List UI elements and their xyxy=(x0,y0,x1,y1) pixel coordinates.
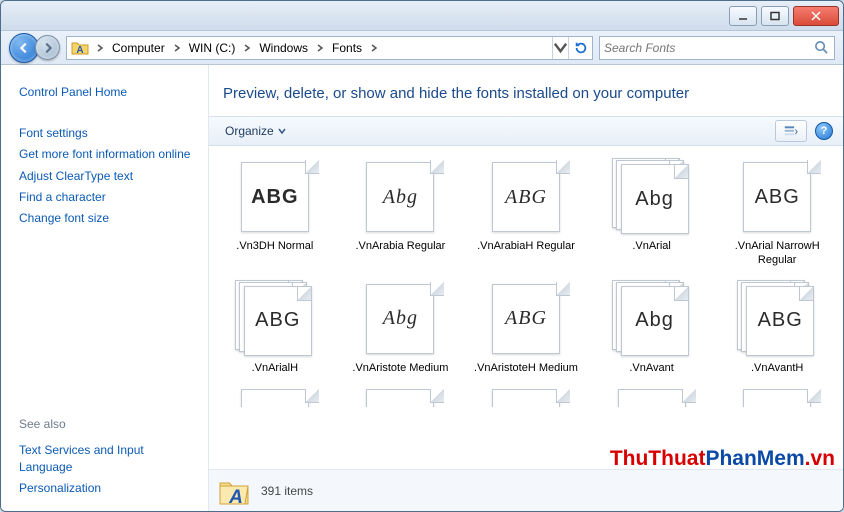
sidebar-link[interactable]: Adjust ClearType text xyxy=(19,168,198,184)
font-preview-icon xyxy=(356,389,444,407)
page-title: Preview, delete, or show and hide the fo… xyxy=(209,65,843,116)
close-button[interactable] xyxy=(793,6,839,26)
font-label: .VnArabia Regular xyxy=(355,240,445,254)
breadcrumb-item[interactable]: WIN (C:) xyxy=(184,37,241,59)
search-box[interactable] xyxy=(599,36,835,60)
chevron-right-icon[interactable] xyxy=(240,37,254,59)
maximize-button[interactable] xyxy=(761,6,789,26)
help-button[interactable]: ? xyxy=(815,122,833,140)
fonts-folder-icon: A xyxy=(217,474,251,508)
font-label: .VnAvant xyxy=(629,362,673,376)
control-panel-home-link[interactable]: Control Panel Home xyxy=(19,84,198,100)
font-item[interactable] xyxy=(717,385,837,417)
address-bar[interactable]: A Computer WIN (C:) Windows Fonts xyxy=(66,36,593,60)
font-preview-icon: ABG xyxy=(733,282,821,356)
font-preview-icon: Abg xyxy=(608,282,696,356)
breadcrumb-item[interactable]: Fonts xyxy=(327,37,367,59)
title-bar xyxy=(1,1,843,31)
font-label: .Vn3DH Normal xyxy=(236,240,313,254)
see-also-header: See also xyxy=(19,417,198,431)
sidebar-link[interactable]: Change font size xyxy=(19,210,198,226)
font-item[interactable]: ABG .VnArial NarrowH Regular xyxy=(717,156,837,272)
font-preview-icon: ABG xyxy=(231,160,319,234)
minimize-button[interactable] xyxy=(729,6,757,26)
font-label: .VnArial NarrowH Regular xyxy=(722,240,832,268)
svg-text:A: A xyxy=(228,487,243,508)
font-preview-icon xyxy=(482,389,570,407)
organize-button[interactable]: Organize xyxy=(219,121,292,141)
font-item[interactable]: Abg .VnArabia Regular xyxy=(341,156,461,272)
font-preview-icon: Abg xyxy=(608,160,696,234)
font-item[interactable]: ABG .VnAvantH xyxy=(717,278,837,380)
chevron-right-icon[interactable] xyxy=(93,37,107,59)
font-item[interactable]: ABG .VnArialH xyxy=(215,278,335,380)
font-label: .VnAristoteH Medium xyxy=(474,362,578,376)
breadcrumb-item[interactable]: Computer xyxy=(107,37,170,59)
chevron-right-icon[interactable] xyxy=(170,37,184,59)
breadcrumb: Computer WIN (C:) Windows Fonts xyxy=(93,37,552,59)
sidebar: Control Panel Home Font settings Get more… xyxy=(1,65,209,511)
sidebar-link[interactable]: Personalization xyxy=(19,480,198,496)
font-preview-icon: ABG xyxy=(482,160,570,234)
font-preview-icon: Abg xyxy=(356,282,444,356)
sidebar-link[interactable]: Get more font information online xyxy=(19,146,198,162)
font-label: .VnArialH xyxy=(252,362,298,376)
fonts-folder-icon: A xyxy=(71,39,89,57)
forward-button[interactable] xyxy=(35,35,60,60)
font-preview-icon xyxy=(231,389,319,407)
chevron-right-icon[interactable] xyxy=(367,37,381,59)
font-preview-icon: ABG xyxy=(231,282,319,356)
address-dropdown-button[interactable] xyxy=(552,37,568,59)
main-pane: Preview, delete, or show and hide the fo… xyxy=(209,65,843,511)
font-item[interactable]: ABG .VnArabiaH Regular xyxy=(466,156,586,272)
search-input[interactable] xyxy=(604,41,814,55)
refresh-button[interactable] xyxy=(568,37,592,59)
toolbar: Organize ? xyxy=(209,116,843,146)
breadcrumb-item[interactable]: Windows xyxy=(254,37,313,59)
font-item[interactable] xyxy=(341,385,461,417)
font-preview-icon: Abg xyxy=(356,160,444,234)
explorer-window: A Computer WIN (C:) Windows Fonts Control P… xyxy=(0,0,844,512)
font-label: .VnArabiaH Regular xyxy=(477,240,575,254)
font-preview-icon xyxy=(608,389,696,407)
font-preview-icon: ABG xyxy=(482,282,570,356)
font-grid[interactable]: ABG .Vn3DH Normal Abg .VnArabia Regular … xyxy=(209,146,843,469)
font-item[interactable] xyxy=(215,385,335,417)
font-item[interactable]: ABG .VnAristoteH Medium xyxy=(466,278,586,380)
sidebar-link[interactable]: Font settings xyxy=(19,125,198,141)
font-item[interactable]: Abg .VnArial xyxy=(592,156,712,272)
font-item[interactable] xyxy=(592,385,712,417)
view-options-button[interactable] xyxy=(775,120,807,142)
font-item[interactable]: Abg .VnAristote Medium xyxy=(341,278,461,380)
font-preview-icon xyxy=(733,389,821,407)
font-label: .VnAvantH xyxy=(751,362,803,376)
svg-text:A: A xyxy=(76,45,83,56)
font-item[interactable]: Abg .VnAvant xyxy=(592,278,712,380)
organize-label: Organize xyxy=(225,124,274,138)
status-bar: A 391 items xyxy=(209,469,843,511)
navigation-bar: A Computer WIN (C:) Windows Fonts xyxy=(1,31,843,65)
font-label: .VnAristote Medium xyxy=(352,362,448,376)
sidebar-link[interactable]: Find a character xyxy=(19,189,198,205)
chevron-right-icon[interactable] xyxy=(313,37,327,59)
item-count: 391 items xyxy=(261,484,313,498)
font-label: .VnArial xyxy=(632,240,671,254)
sidebar-link[interactable]: Text Services and Input Language xyxy=(19,442,198,474)
font-item[interactable] xyxy=(466,385,586,417)
font-item[interactable]: ABG .Vn3DH Normal xyxy=(215,156,335,272)
search-icon xyxy=(814,40,830,56)
font-preview-icon: ABG xyxy=(733,160,821,234)
